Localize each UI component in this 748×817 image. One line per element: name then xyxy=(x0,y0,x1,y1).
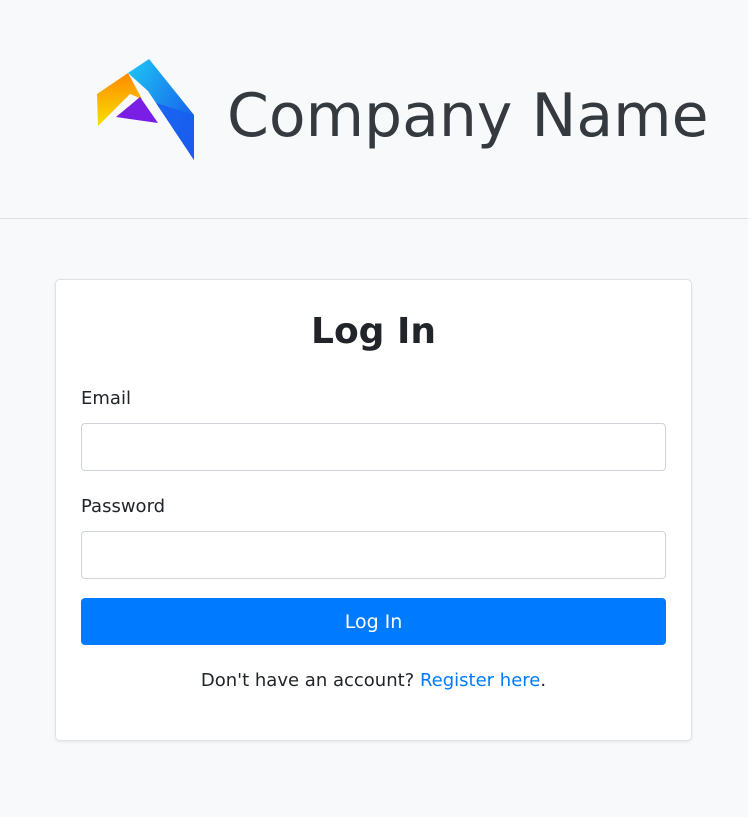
page-header: Company Name xyxy=(0,0,748,219)
login-card: Log In Email Password Log In Don't have … xyxy=(55,279,692,741)
company-logo-icon xyxy=(97,59,194,160)
register-prompt: Don't have an account? Register here. xyxy=(56,668,691,694)
login-title: Log In xyxy=(311,311,436,352)
password-field[interactable] xyxy=(81,531,666,579)
register-suffix: . xyxy=(540,670,547,691)
login-button[interactable]: Log In xyxy=(81,598,666,645)
register-prompt-text: Don't have an account? xyxy=(200,670,415,691)
email-field[interactable] xyxy=(81,423,666,471)
register-link[interactable]: Register here xyxy=(420,670,540,691)
company-name: Company Name xyxy=(227,81,709,151)
email-label: Email xyxy=(81,388,131,409)
password-label: Password xyxy=(81,496,166,517)
